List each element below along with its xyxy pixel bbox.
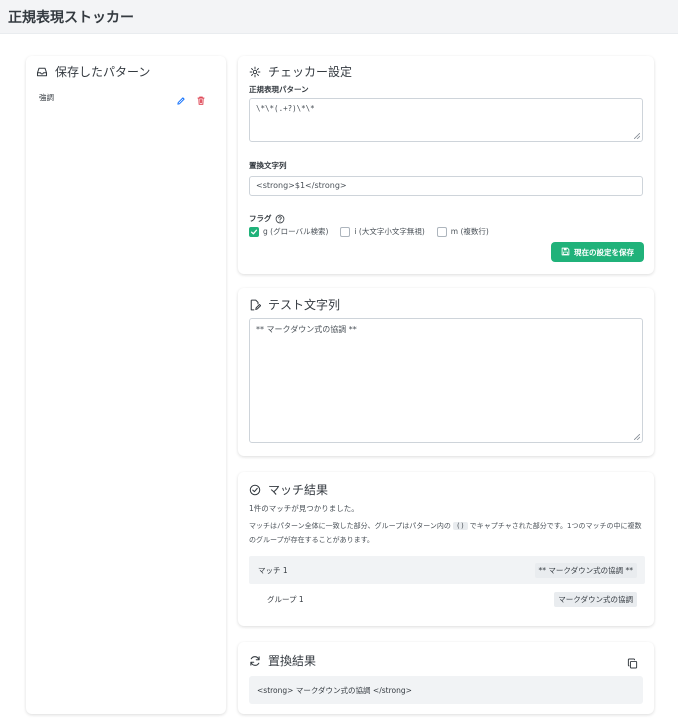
match-results-title: マッチ結果 — [248, 481, 328, 498]
group-row-label: グループ 1 — [267, 595, 304, 604]
saved-pattern-item[interactable]: 強調 — [39, 91, 219, 105]
checker-settings-heading: チェッカー設定 — [268, 65, 353, 79]
pattern-label: 正規表現パターン — [249, 85, 309, 94]
saved-patterns-panel: 保存したパターン 強調 — [26, 56, 226, 714]
app-header: 正規表現ストッカー — [0, 0, 678, 34]
match-description-part1: マッチはパターン全体に一致した部分、グループはパターン内の — [249, 522, 451, 530]
file-edit-icon — [248, 298, 262, 312]
gear-icon — [248, 65, 262, 79]
flags-label-text: フラグ — [249, 214, 272, 223]
pattern-input[interactable]: \*\*(.+?)\*\* — [249, 98, 643, 142]
match-row: マッチ 1 ** マークダウン式の協調 ** — [249, 556, 645, 584]
inbox-icon — [35, 65, 49, 79]
replace-result-box: <strong> マークダウン式の協調 </strong> — [249, 676, 643, 704]
copy-icon[interactable] — [627, 654, 638, 673]
trash-icon[interactable] — [196, 91, 206, 110]
match-results-panel: マッチ結果 1件のマッチが見つかりました。 マッチはパターン全体に一致した部分、… — [238, 472, 654, 626]
flag-g-checkbox[interactable]: g (グローバル検索) — [249, 226, 328, 237]
replace-result-title: 置換結果 — [248, 652, 316, 669]
saved-pattern-name: 強調 — [39, 93, 54, 102]
match-description: マッチはパターン全体に一致した部分、グループはパターン内の () でキャプチャさ… — [249, 519, 645, 547]
flag-m-label: m (複数行) — [450, 227, 489, 236]
refresh-icon — [248, 654, 262, 668]
check-circle-icon — [248, 483, 262, 497]
flag-i-label: i (大文字小文字無視) — [354, 227, 425, 236]
replacement-input[interactable]: <strong>$1</strong> — [249, 176, 643, 196]
replacement-value: <strong>$1</strong> — [256, 181, 347, 190]
pattern-value: \*\*(.+?)\*\* — [256, 104, 315, 113]
saved-patterns-heading: 保存したパターン — [55, 65, 151, 79]
test-string-input[interactable]: ** マークダウン式の協調 ** — [249, 318, 643, 443]
flag-i-checkbox[interactable]: i (大文字小文字無視) — [340, 226, 425, 237]
group-syntax-code: () — [453, 522, 468, 530]
saved-patterns-title: 保存したパターン — [35, 63, 150, 80]
flags-row: g (グローバル検索) i (大文字小文字無視) m (複数行) — [249, 226, 489, 237]
save-icon — [561, 247, 570, 258]
match-results-heading: マッチ結果 — [268, 483, 329, 497]
checkbox-unchecked-icon[interactable] — [436, 226, 447, 237]
checkbox-checked-icon[interactable] — [249, 226, 259, 237]
resize-handle-icon[interactable] — [634, 133, 640, 139]
checker-settings-panel: チェッカー設定 正規表現パターン \*\*(.+?)\*\* 置換文字列 <st… — [238, 56, 654, 274]
test-string-title: テスト文字列 — [248, 296, 340, 313]
flag-m-checkbox[interactable]: m (複数行) — [436, 226, 489, 237]
match-summary: 1件のマッチが見つかりました。 — [249, 504, 359, 513]
match-row-label: マッチ 1 — [258, 566, 288, 575]
save-settings-label: 現在の設定を保存 — [574, 247, 634, 257]
checkbox-unchecked-icon[interactable] — [340, 226, 351, 237]
app-title: 正規表現ストッカー — [8, 10, 134, 26]
replace-result-panel: 置換結果 <strong> マークダウン式の協調 </strong> — [238, 642, 654, 714]
edit-icon[interactable] — [176, 91, 186, 110]
match-row-value: ** マークダウン式の協調 ** — [534, 563, 637, 578]
resize-handle-icon[interactable] — [634, 434, 640, 440]
flag-g-label: g (グローバル検索) — [263, 227, 329, 236]
save-settings-button[interactable]: 現在の設定を保存 — [551, 242, 644, 262]
group-row-value: マークダウン式の協調 — [554, 592, 637, 607]
replace-result-heading: 置換結果 — [268, 654, 317, 668]
replacement-label: 置換文字列 — [249, 161, 287, 170]
group-row: グループ 1 マークダウン式の協調 — [249, 586, 645, 614]
checker-settings-title: チェッカー設定 — [248, 63, 352, 80]
replace-result-value: <strong> マークダウン式の協調 </strong> — [257, 686, 412, 695]
test-string-panel: テスト文字列 ** マークダウン式の協調 ** — [238, 288, 654, 456]
test-string-heading: テスト文字列 — [268, 298, 341, 312]
test-string-value: ** マークダウン式の協調 ** — [256, 325, 357, 334]
